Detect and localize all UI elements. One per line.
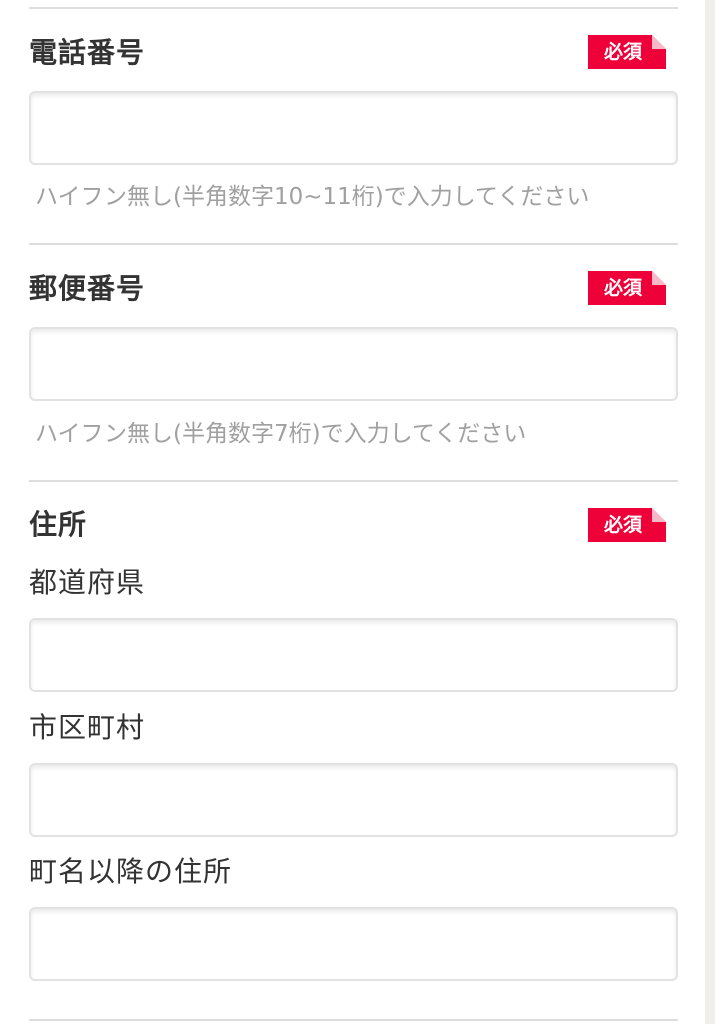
badge-fold-icon (652, 35, 666, 49)
form-page: 電話番号 必須 ハイフン無し(半角数字10~11桁)で入力してください 郵便番号… (0, 0, 715, 1024)
badge-fold-icon (652, 508, 666, 522)
city-label: 市区町村 (29, 711, 146, 744)
page-side-strip (705, 0, 715, 1024)
postal-hint: ハイフン無し(半角数字7桁)で入力してください (35, 421, 527, 447)
divider-postal-address (29, 480, 678, 482)
street-address-input[interactable] (29, 907, 678, 981)
divider-top (29, 7, 678, 9)
phone-input[interactable] (29, 91, 678, 165)
phone-required-label: 必須 (603, 41, 642, 63)
badge-fold-icon (652, 271, 666, 285)
city-input[interactable] (29, 763, 678, 837)
street-label: 町名以降の住所 (29, 855, 233, 888)
address-required-label: 必須 (603, 514, 642, 536)
phone-required-badge: 必須 (588, 35, 666, 69)
divider-bottom (29, 1019, 678, 1021)
postal-code-input[interactable] (29, 327, 678, 401)
postal-required-label: 必須 (603, 277, 642, 299)
prefecture-input[interactable] (29, 618, 678, 692)
postal-section-title: 郵便番号 (29, 272, 146, 305)
phone-section-title: 電話番号 (29, 36, 146, 69)
address-section-title: 住所 (29, 508, 88, 541)
postal-required-badge: 必須 (588, 271, 666, 305)
divider-phone-postal (29, 243, 678, 245)
phone-hint: ハイフン無し(半角数字10~11桁)で入力してください (35, 184, 590, 210)
prefecture-label: 都道府県 (29, 566, 146, 599)
address-required-badge: 必須 (588, 508, 666, 542)
